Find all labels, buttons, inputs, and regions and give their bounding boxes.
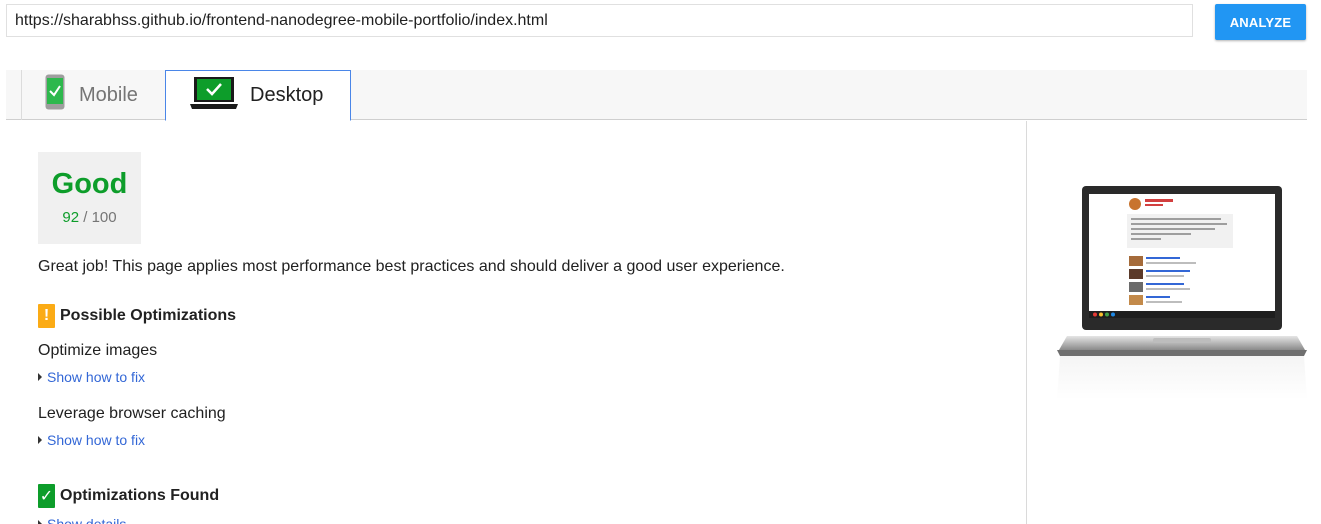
- score-label: Good: [51, 168, 128, 200]
- url-bar: [6, 4, 1193, 37]
- warning-icon: !: [38, 304, 55, 328]
- score-number: 92: [62, 209, 80, 226]
- possible-optimizations-heading: ! Possible Optimizations: [38, 304, 236, 328]
- page-screenshot-preview: [1055, 180, 1307, 400]
- summary-text: Great job! This page applies most perfor…: [38, 258, 785, 275]
- optimizations-found-title: Optimizations Found: [60, 487, 220, 504]
- optimizations-found-heading: ✓ Optimizations Found: [38, 484, 219, 508]
- show-details-link[interactable]: Show details: [38, 516, 126, 524]
- expand-triangle-icon: [38, 436, 42, 444]
- check-icon: ✓: [38, 484, 55, 508]
- tab-desktop-label: Desktop: [250, 84, 324, 106]
- rule-leverage-browser-caching: Leverage browser caching: [38, 405, 226, 422]
- show-how-to-fix-label: Show how to fix: [47, 369, 146, 385]
- tab-mobile[interactable]: Mobile: [21, 70, 165, 120]
- expand-triangle-icon: [38, 520, 42, 524]
- tab-desktop[interactable]: Desktop: [165, 70, 351, 121]
- url-input[interactable]: [15, 11, 1192, 30]
- column-divider: [1026, 121, 1027, 524]
- possible-optimizations-title: Possible Optimizations: [60, 307, 237, 324]
- show-how-to-fix-link[interactable]: Show how to fix: [38, 432, 145, 448]
- mobile-phone-check-icon: [45, 74, 65, 116]
- device-tabs: Mobile Desktop: [6, 70, 1307, 121]
- rule-optimize-images: Optimize images: [38, 342, 158, 359]
- show-details-label: Show details: [47, 516, 127, 524]
- score-value: 92 / 100: [62, 209, 116, 226]
- score-max: / 100: [83, 209, 117, 226]
- analyze-button[interactable]: ANALYZE: [1215, 4, 1306, 40]
- laptop-check-icon: [190, 76, 238, 116]
- score-box: Good 92 / 100: [38, 152, 141, 244]
- expand-triangle-icon: [38, 373, 42, 381]
- show-how-to-fix-label: Show how to fix: [47, 432, 146, 448]
- show-how-to-fix-link[interactable]: Show how to fix: [38, 369, 145, 385]
- tab-mobile-label: Mobile: [79, 83, 138, 106]
